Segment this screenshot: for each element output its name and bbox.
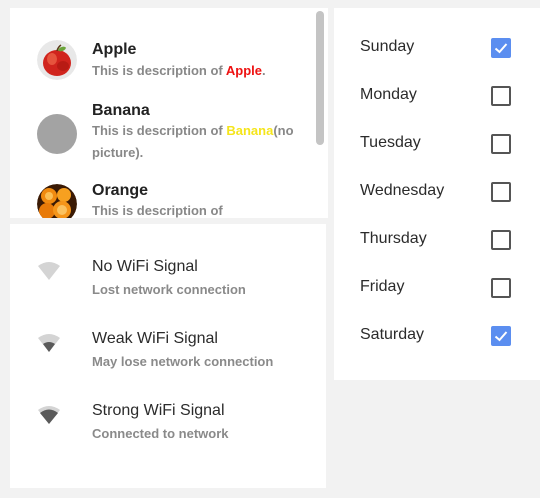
day-label: Thursday [360, 230, 427, 247]
wifi-title: No WiFi Signal [92, 258, 198, 275]
fruit-description: This is description of Apple. [92, 63, 266, 78]
list-item-weak-wifi[interactable]: Weak WiFi Signal May lose network connec… [10, 322, 326, 394]
day-label: Wednesday [360, 182, 445, 199]
orange-image [37, 184, 77, 218]
fruit-title: Orange [92, 182, 149, 199]
day-label: Friday [360, 278, 405, 295]
wifi-strong-icon [38, 406, 60, 424]
day-row-wednesday[interactable]: Wednesday [334, 168, 540, 216]
checkbox-sunday[interactable] [491, 38, 511, 58]
wifi-subtitle: May lose network connection [92, 354, 274, 369]
fruit-description: This is description of [92, 203, 223, 218]
fruit-description: This is description of Banana(no picture… [92, 123, 294, 160]
list-item-banana[interactable]: Banana This is description of Banana(no … [10, 98, 312, 170]
fruit-list-panel: Apple This is description of Apple. Bana… [10, 8, 328, 218]
day-row-monday[interactable]: Monday [334, 72, 540, 120]
wifi-subtitle: Connected to network [92, 426, 229, 441]
fruit-highlight: Banana [226, 123, 274, 138]
list-item-strong-wifi[interactable]: Strong WiFi Signal Connected to network [10, 394, 326, 466]
fruit-title: Banana [92, 102, 150, 119]
list-item-apple[interactable]: Apple This is description of Apple. [10, 8, 312, 80]
weekday-list-panel: Sunday Monday Tuesday Wednesday Thursday… [334, 8, 540, 380]
checkbox-friday[interactable] [491, 278, 511, 298]
wifi-weak-icon [38, 334, 60, 352]
day-label: Tuesday [360, 134, 421, 151]
apple-avatar [37, 40, 77, 80]
wifi-title: Weak WiFi Signal [92, 330, 218, 347]
day-label: Monday [360, 86, 417, 103]
checkbox-saturday[interactable] [491, 326, 511, 346]
scrollbar-thumb[interactable] [316, 11, 324, 145]
orange-avatar [37, 184, 77, 218]
day-row-thursday[interactable]: Thursday [334, 216, 540, 264]
apple-image [37, 40, 77, 80]
day-label: Sunday [360, 38, 415, 55]
day-row-sunday[interactable]: Sunday [334, 24, 540, 72]
day-row-tuesday[interactable]: Tuesday [334, 120, 540, 168]
day-row-saturday[interactable]: Saturday [334, 312, 540, 360]
wifi-off-icon [38, 262, 60, 280]
checkbox-wednesday[interactable] [491, 182, 511, 202]
checkbox-tuesday[interactable] [491, 134, 511, 154]
wifi-list-panel: No WiFi Signal Lost network connection W… [10, 224, 326, 488]
fruit-list[interactable]: Apple This is description of Apple. Bana… [10, 8, 312, 218]
fruit-title: Apple [92, 41, 137, 58]
wifi-title: Strong WiFi Signal [92, 402, 225, 419]
day-row-friday[interactable]: Friday [334, 264, 540, 312]
day-label: Saturday [360, 326, 425, 343]
fruit-highlight: Apple [225, 63, 262, 78]
list-item-orange[interactable]: Orange This is description of [10, 172, 312, 218]
checkmark-icon [494, 331, 508, 342]
list-item-no-wifi[interactable]: No WiFi Signal Lost network connection [10, 250, 326, 322]
checkmark-icon [494, 43, 508, 54]
checkbox-monday[interactable] [491, 86, 511, 106]
wifi-subtitle: Lost network connection [92, 282, 246, 297]
checkbox-thursday[interactable] [491, 230, 511, 250]
placeholder-avatar [37, 114, 77, 154]
